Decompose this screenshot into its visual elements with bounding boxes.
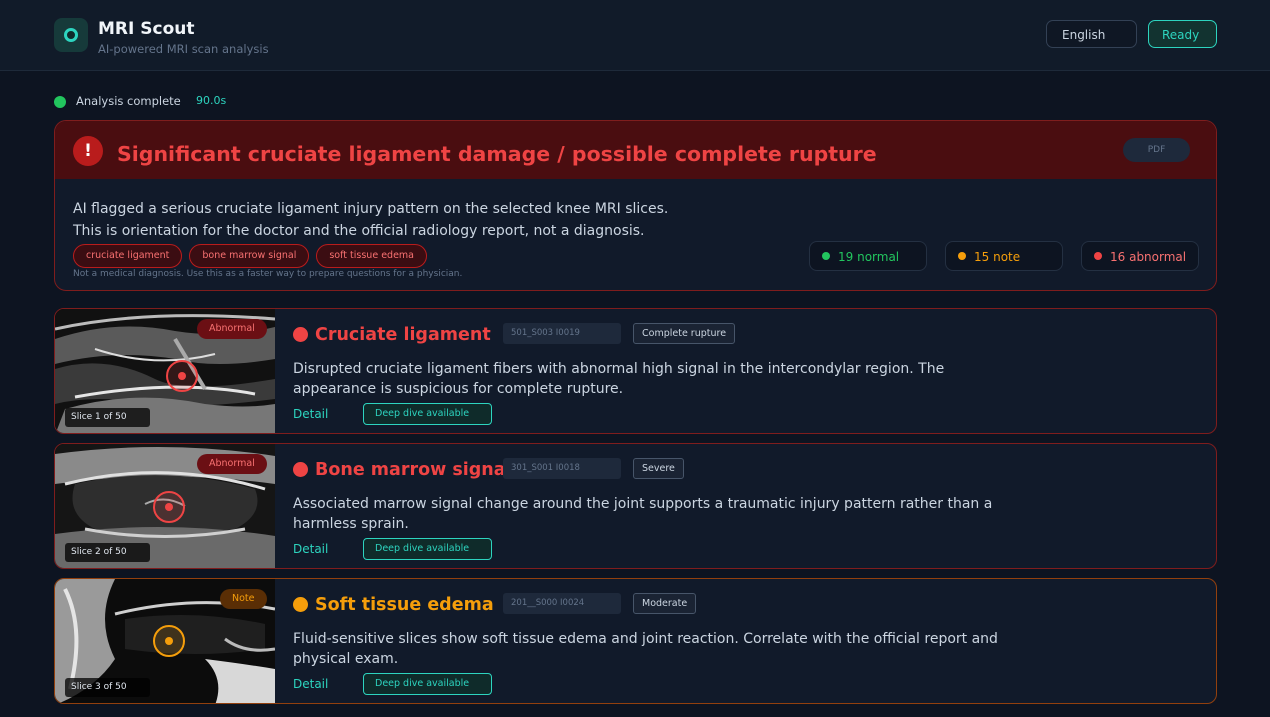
- detail-link[interactable]: Detail: [293, 677, 328, 691]
- series-id: 301_S001 I0018: [503, 458, 621, 479]
- pdf-export-button[interactable]: PDF: [1123, 138, 1190, 162]
- analysis-status-text: Analysis complete: [76, 94, 181, 108]
- severity-dot: [293, 462, 308, 477]
- summary-title: Significant cruciate ligament damage / p…: [117, 142, 877, 166]
- finding-title: Cruciate ligament: [315, 325, 491, 345]
- tag-cruciate-ligament[interactable]: cruciate ligament: [73, 244, 183, 268]
- note-dot: [958, 252, 966, 260]
- note-badge: Note: [220, 589, 267, 609]
- summary-body: AI flagged a serious cruciate ligament i…: [73, 201, 669, 239]
- summary-header: ! Significant cruciate ligament damage /…: [55, 121, 1216, 179]
- app-header: MRI Scout AI-powered MRI scan analysis E…: [0, 0, 1270, 71]
- analysis-time: 90.0s: [196, 94, 227, 107]
- normal-dot: [822, 252, 830, 260]
- abnormal-badge: Abnormal: [197, 454, 267, 474]
- finding-card[interactable]: Abnormal Slice 1 of 50 Cruciate ligament…: [54, 308, 1217, 434]
- normal-count-pill[interactable]: 19 normal: [809, 241, 927, 271]
- mri-slice-thumbnail[interactable]: Note Slice 3 of 50: [55, 579, 275, 703]
- severity-badge: Moderate: [633, 593, 697, 614]
- severity-dot: [293, 327, 308, 342]
- analysis-status-dot: [54, 96, 66, 108]
- finding-description: Fluid-sensitive slices show soft tissue …: [293, 631, 998, 667]
- finding-title: Bone marrow signal: [315, 460, 512, 480]
- slice-label: Slice 3 of 50: [65, 678, 150, 697]
- app-logo: [54, 18, 88, 52]
- slice-label: Slice 2 of 50: [65, 543, 150, 562]
- app-title: MRI Scout: [98, 19, 195, 39]
- finding-description: Associated marrow signal change around t…: [293, 496, 993, 532]
- severity-badge: Severe: [633, 458, 684, 479]
- series-id: 501_S003 I0019: [503, 323, 621, 344]
- mri-slice-thumbnail[interactable]: Abnormal Slice 1 of 50: [55, 309, 275, 433]
- disclaimer: Not a medical diagnosis. Use this as a f…: [73, 269, 463, 279]
- deep-dive-button[interactable]: Deep dive available: [363, 673, 492, 695]
- alert-icon: !: [73, 136, 103, 166]
- mri-slice-thumbnail[interactable]: Abnormal Slice 2 of 50: [55, 444, 275, 568]
- app-subtitle: AI-powered MRI scan analysis: [98, 42, 269, 56]
- language-select[interactable]: English: [1046, 20, 1137, 48]
- abnormal-count: 16 abnormal: [1110, 250, 1187, 264]
- deep-dive-button[interactable]: Deep dive available: [363, 538, 492, 560]
- finding-description: Disrupted cruciate ligament fibers with …: [293, 361, 945, 397]
- severity-badge: Complete rupture: [633, 323, 736, 344]
- abnormal-dot: [1094, 252, 1102, 260]
- abnormal-count-pill[interactable]: 16 abnormal: [1081, 241, 1199, 271]
- slice-label: Slice 1 of 50: [65, 408, 150, 427]
- deep-dive-button[interactable]: Deep dive available: [363, 403, 492, 425]
- detail-link[interactable]: Detail: [293, 542, 328, 556]
- normal-count: 19 normal: [838, 250, 900, 264]
- finding-card[interactable]: Note Slice 3 of 50 Soft tissue edema 201…: [54, 578, 1217, 704]
- finding-card[interactable]: Abnormal Slice 2 of 50 Bone marrow signa…: [54, 443, 1217, 569]
- scan-ring-icon: [64, 28, 78, 42]
- summary-card: ! Significant cruciate ligament damage /…: [54, 120, 1217, 291]
- finding-tags: cruciate ligament bone marrow signal sof…: [73, 244, 427, 268]
- note-count: 15 note: [974, 250, 1021, 264]
- finding-title: Soft tissue edema: [315, 595, 494, 615]
- abnormal-badge: Abnormal: [197, 319, 267, 339]
- tag-soft-tissue-edema[interactable]: soft tissue edema: [316, 244, 427, 268]
- severity-dot: [293, 597, 308, 612]
- series-id: 201__S000 I0024: [503, 593, 621, 614]
- note-count-pill[interactable]: 15 note: [945, 241, 1063, 271]
- tag-bone-marrow-signal[interactable]: bone marrow signal: [189, 244, 310, 268]
- detail-link[interactable]: Detail: [293, 407, 328, 421]
- ready-status-button[interactable]: Ready: [1148, 20, 1217, 48]
